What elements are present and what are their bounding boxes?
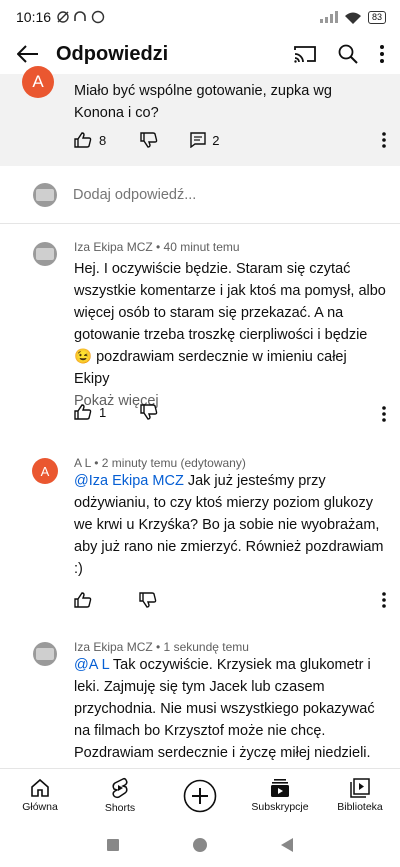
avatar[interactable]: A xyxy=(32,458,58,484)
bottom-nav: Główna Shorts Subskrypcje Biblioteka xyxy=(0,768,400,822)
comment-meta: Iza Ekipa MCZ • 40 minut temu xyxy=(74,240,240,254)
more-vert-icon[interactable] xyxy=(382,132,386,148)
more-vert-icon[interactable] xyxy=(380,45,384,63)
mention-link[interactable]: @Iza Ekipa MCZ xyxy=(74,473,184,489)
reply-input[interactable] xyxy=(73,186,323,203)
nav-label: Subskrypcje xyxy=(251,801,309,813)
comment-meta: A L • 2 minuty temu (edytowany) xyxy=(74,456,246,470)
comment-body: Hej. I oczywiście będzie. Staram się czy… xyxy=(74,261,386,387)
comment-icon[interactable] xyxy=(190,132,206,148)
cast-icon[interactable] xyxy=(294,45,316,63)
notification-icons xyxy=(57,10,105,24)
arrow-left-icon xyxy=(17,45,38,63)
square-icon[interactable] xyxy=(106,838,120,852)
comment-body: Tak oczywiście. Krzysiek ma glukometr i … xyxy=(74,657,375,761)
status-bar: 10:16 83 xyxy=(0,0,400,34)
add-circle-icon xyxy=(183,779,217,812)
back-button[interactable] xyxy=(0,45,56,63)
thumbs-up-icon[interactable] xyxy=(74,592,92,608)
signal-icon xyxy=(319,11,338,23)
home-icon xyxy=(31,778,49,797)
subscriptions-icon xyxy=(271,779,289,797)
nav-shorts[interactable]: Shorts xyxy=(80,769,160,822)
thumbs-down-icon[interactable] xyxy=(140,404,158,420)
library-icon xyxy=(350,778,370,798)
avatar[interactable] xyxy=(33,242,57,266)
battery-indicator: 83 xyxy=(367,10,386,24)
thumbs-up-icon[interactable] xyxy=(74,132,92,148)
wifi-icon xyxy=(344,12,361,24)
status-time: 10:16 xyxy=(16,9,52,25)
more-vert-icon[interactable] xyxy=(382,406,386,422)
circle-icon[interactable] xyxy=(192,837,208,853)
comment-text: @A L Tak oczywiście. Krzysiek ma glukome… xyxy=(74,654,386,764)
system-nav-bar xyxy=(0,822,400,867)
more-vert-icon[interactable] xyxy=(382,592,386,608)
thumbs-up-icon[interactable] xyxy=(74,404,92,420)
reply-count: 2 xyxy=(212,132,220,148)
nav-home[interactable]: Główna xyxy=(0,769,80,822)
thumbs-down-icon[interactable] xyxy=(140,132,158,148)
comment-text: @Iza Ekipa MCZ Jak już jesteśmy przy odż… xyxy=(74,470,386,580)
avatar[interactable]: A xyxy=(22,66,54,98)
avatar xyxy=(33,182,57,207)
nav-label: Shorts xyxy=(104,802,136,814)
page-title: Odpowiedzi xyxy=(56,42,169,65)
nav-label: Biblioteka xyxy=(337,801,383,813)
mention-link[interactable]: @A L xyxy=(74,657,109,673)
like-count: 8 xyxy=(99,132,107,148)
parent-comment-text: Miało być wspólne gotowanie, zupka wg Ko… xyxy=(74,83,332,121)
comment-text: Hej. I oczywiście będzie. Staram się czy… xyxy=(74,258,386,412)
search-icon[interactable] xyxy=(338,44,358,64)
avatar[interactable] xyxy=(33,642,57,666)
nav-library[interactable]: Biblioteka xyxy=(320,769,400,822)
thumbs-down-icon[interactable] xyxy=(139,592,157,608)
reply-box xyxy=(0,166,400,224)
app-bar: Odpowiedzi xyxy=(0,34,400,74)
nav-subscriptions[interactable]: Subskrypcje xyxy=(240,769,320,822)
like-count: 1 xyxy=(99,404,107,420)
nav-label: Główna xyxy=(22,801,58,813)
parent-comment: A Miało być wspólne gotowanie, zupka wg … xyxy=(0,66,400,166)
nav-create[interactable] xyxy=(160,769,240,822)
comment-meta: Iza Ekipa MCZ • 1 sekundę temu xyxy=(74,640,249,654)
shorts-icon xyxy=(112,777,128,799)
triangle-back-icon[interactable] xyxy=(280,837,294,853)
